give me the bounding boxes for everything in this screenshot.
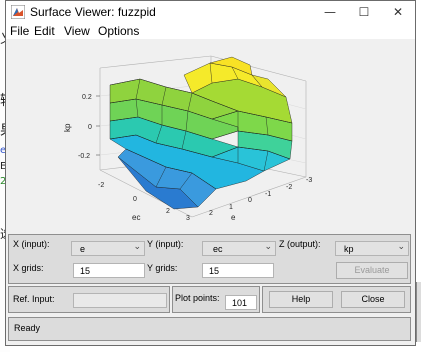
- ref-input-label: Ref. Input:: [13, 294, 55, 304]
- menu-bar: File Edit View Options: [6, 23, 415, 39]
- x-grids-input[interactable]: 15: [73, 263, 145, 278]
- input-selection-panel: X (input): e ⌄ Y (input): ec ⌄ Z (output…: [8, 234, 411, 284]
- chevron-down-icon: ⌄: [133, 242, 141, 252]
- e-axis-label: e: [231, 213, 236, 222]
- e-tick-label: -1: [265, 191, 271, 198]
- plot-points-label: Plot points:: [175, 293, 220, 303]
- surface-plot[interactable]: 0.2 0 -0.2 kp -2 0 2 3 ec 2 1 0 -1 -2 -3: [6, 39, 415, 230]
- window-title: Surface Viewer: fuzzpid: [30, 5, 156, 19]
- matlab-icon: [11, 5, 25, 19]
- surface-mesh: [109, 56, 293, 210]
- y-input-select[interactable]: ec ⌄: [202, 241, 276, 256]
- ec-axis-label: ec: [132, 213, 140, 222]
- z-tick-label: 0: [88, 124, 92, 131]
- e-tick-label: 1: [229, 204, 233, 211]
- z-output-value: kp: [344, 244, 354, 254]
- z-output-select[interactable]: kp ⌄: [335, 241, 409, 256]
- status-text: Ready: [14, 323, 41, 333]
- x-input-label: X (input):: [13, 239, 50, 249]
- close-button[interactable]: Close: [341, 291, 405, 308]
- menu-file[interactable]: File: [10, 24, 29, 38]
- chevron-down-icon: ⌄: [264, 242, 272, 252]
- menu-edit[interactable]: Edit: [34, 24, 55, 38]
- menu-options[interactable]: Options: [98, 24, 139, 38]
- y-input-value: ec: [213, 244, 223, 254]
- ref-input-field[interactable]: [73, 293, 167, 308]
- y-grids-label: Y grids:: [147, 263, 178, 273]
- y-input-label: Y (input):: [147, 239, 184, 249]
- help-button[interactable]: Help: [269, 291, 333, 308]
- x-grids-label: X grids:: [13, 263, 44, 273]
- plot-area[interactable]: 0.2 0 -0.2 kp -2 0 2 3 ec 2 1 0 -1 -2 -3: [6, 39, 415, 230]
- e-tick-label: -3: [306, 177, 312, 184]
- z-tick-label: 0.2: [82, 94, 92, 101]
- ec-tick-label: 0: [133, 196, 137, 203]
- status-bar: Ready: [8, 317, 411, 341]
- menu-view[interactable]: View: [64, 24, 90, 38]
- action-buttons-panel: Help Close: [262, 286, 411, 313]
- background-window-edge-right: [416, 282, 421, 342]
- e-tick-label: -2: [286, 184, 292, 191]
- surface-viewer-window: Surface Viewer: fuzzpid — ☐ ✕ File Edit …: [5, 0, 416, 346]
- ec-tick-label: -2: [98, 182, 104, 189]
- x-input-select[interactable]: e ⌄: [71, 241, 145, 256]
- z-axis: 0.2 0 -0.2 kp: [63, 94, 100, 160]
- z-axis-label: kp: [63, 123, 72, 132]
- title-bar: Surface Viewer: fuzzpid — ☐ ✕: [6, 1, 415, 23]
- ref-input-panel: Ref. Input:: [8, 286, 170, 313]
- plot-points-input[interactable]: 101: [225, 295, 257, 310]
- close-window-button[interactable]: ✕: [378, 1, 418, 23]
- ec-tick-label: 3: [186, 215, 190, 222]
- plot-points-panel: Plot points: 101: [172, 286, 260, 313]
- z-output-label: Z (output):: [279, 239, 321, 249]
- e-tick-label: 0: [248, 197, 252, 204]
- x-input-value: e: [80, 244, 86, 254]
- z-tick-label: -0.2: [78, 153, 90, 160]
- ec-tick-label: 2: [166, 208, 170, 215]
- e-tick-label: 2: [209, 210, 213, 217]
- evaluate-button[interactable]: Evaluate: [336, 262, 408, 279]
- y-grids-input[interactable]: 15: [202, 263, 274, 278]
- chevron-down-icon: ⌄: [397, 242, 405, 252]
